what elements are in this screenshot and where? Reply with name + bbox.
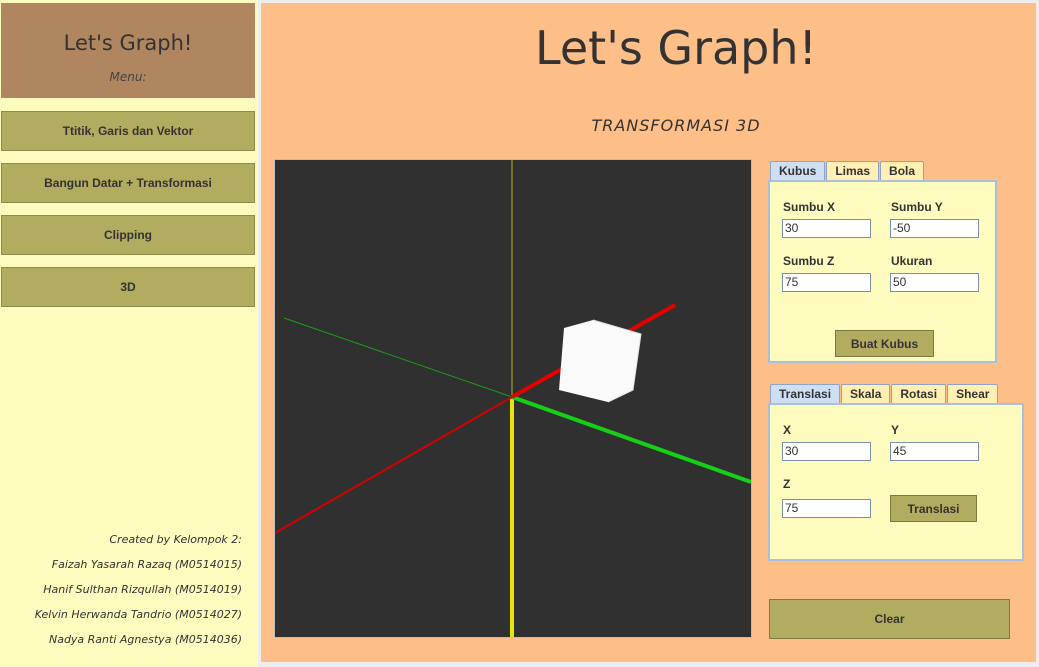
z-label: Z [783,477,791,491]
page-title: Let's Graph! [535,21,817,75]
sumbu-z-input[interactable]: 75 [782,273,871,292]
transform-tabbar: Translasi Skala Rotasi Shear [770,384,999,403]
sumbu-z-label: Sumbu Z [783,254,835,268]
transform-panel: X Y 30 45 Z 75 Translasi [768,403,1024,561]
page-subtitle: TRANSFORMASI 3D [591,116,761,135]
menu-item-clipping[interactable]: Clipping [1,215,255,255]
tab-limas[interactable]: Limas [826,161,880,180]
tab-skala[interactable]: Skala [841,384,891,403]
x-axis-negative [275,396,513,534]
clear-button[interactable]: Clear [769,599,1010,639]
translasi-z-input[interactable]: 75 [782,499,871,518]
z-axis-negative [283,317,513,398]
credit-line: Kelvin Herwanda Tandrio (M0514027) [34,608,242,621]
sidebar-title: Let's Graph! [63,31,193,55]
shape-panel: Sumbu X Sumbu Y 30 -50 Sumbu Z Ukuran 75… [768,180,997,363]
menu-label: Menu: [109,70,147,84]
menu-item-3d[interactable]: 3D [1,267,255,307]
translasi-button[interactable]: Translasi [890,495,977,522]
3d-canvas[interactable] [274,159,752,638]
tab-translasi[interactable]: Translasi [770,384,841,403]
tab-shear[interactable]: Shear [947,384,999,403]
sumbu-y-label: Sumbu Y [891,200,943,214]
shape-tabbar: Kubus Limas Bola [770,161,925,180]
3d-scene [275,160,751,637]
menu-item-titik-garis-vektor[interactable]: Ttitik, Garis dan Vektor [1,111,255,151]
ukuran-label: Ukuran [891,254,933,268]
credit-line: Hanif Sulthan Rizqullah (M0514019) [43,583,242,596]
sumbu-y-input[interactable]: -50 [890,219,979,238]
x-label: X [783,423,792,437]
tab-bola[interactable]: Bola [880,161,925,180]
cube-shape [559,320,641,402]
sumbu-x-input[interactable]: 30 [782,219,871,238]
sumbu-x-label: Sumbu X [783,200,836,214]
translasi-y-input[interactable]: 45 [890,442,979,461]
y-label: Y [891,423,900,437]
main-panel: Let's Graph! TRANSFORMASI 3D Kubus Limas… [261,3,1036,662]
z-axis-positive [511,395,751,484]
tab-rotasi[interactable]: Rotasi [891,384,947,403]
credit-line: Nadya Ranti Agnestya (M0514036) [48,633,242,646]
credit-line: Faizah Yasarah Razaq (M0514015) [51,558,242,571]
tab-kubus[interactable]: Kubus [770,161,826,180]
menu-item-bangun-datar[interactable]: Bangun Datar + Transformasi [1,163,255,203]
sidebar: Let's Graph! Menu: Ttitik, Garis dan Vek… [0,0,258,667]
buat-kubus-button[interactable]: Buat Kubus [835,330,934,357]
credits-heading: Created by Kelompok 2: [109,533,242,546]
translasi-x-input[interactable]: 30 [782,442,871,461]
ukuran-input[interactable]: 50 [890,273,979,292]
sidebar-header: Let's Graph! Menu: [1,3,255,98]
